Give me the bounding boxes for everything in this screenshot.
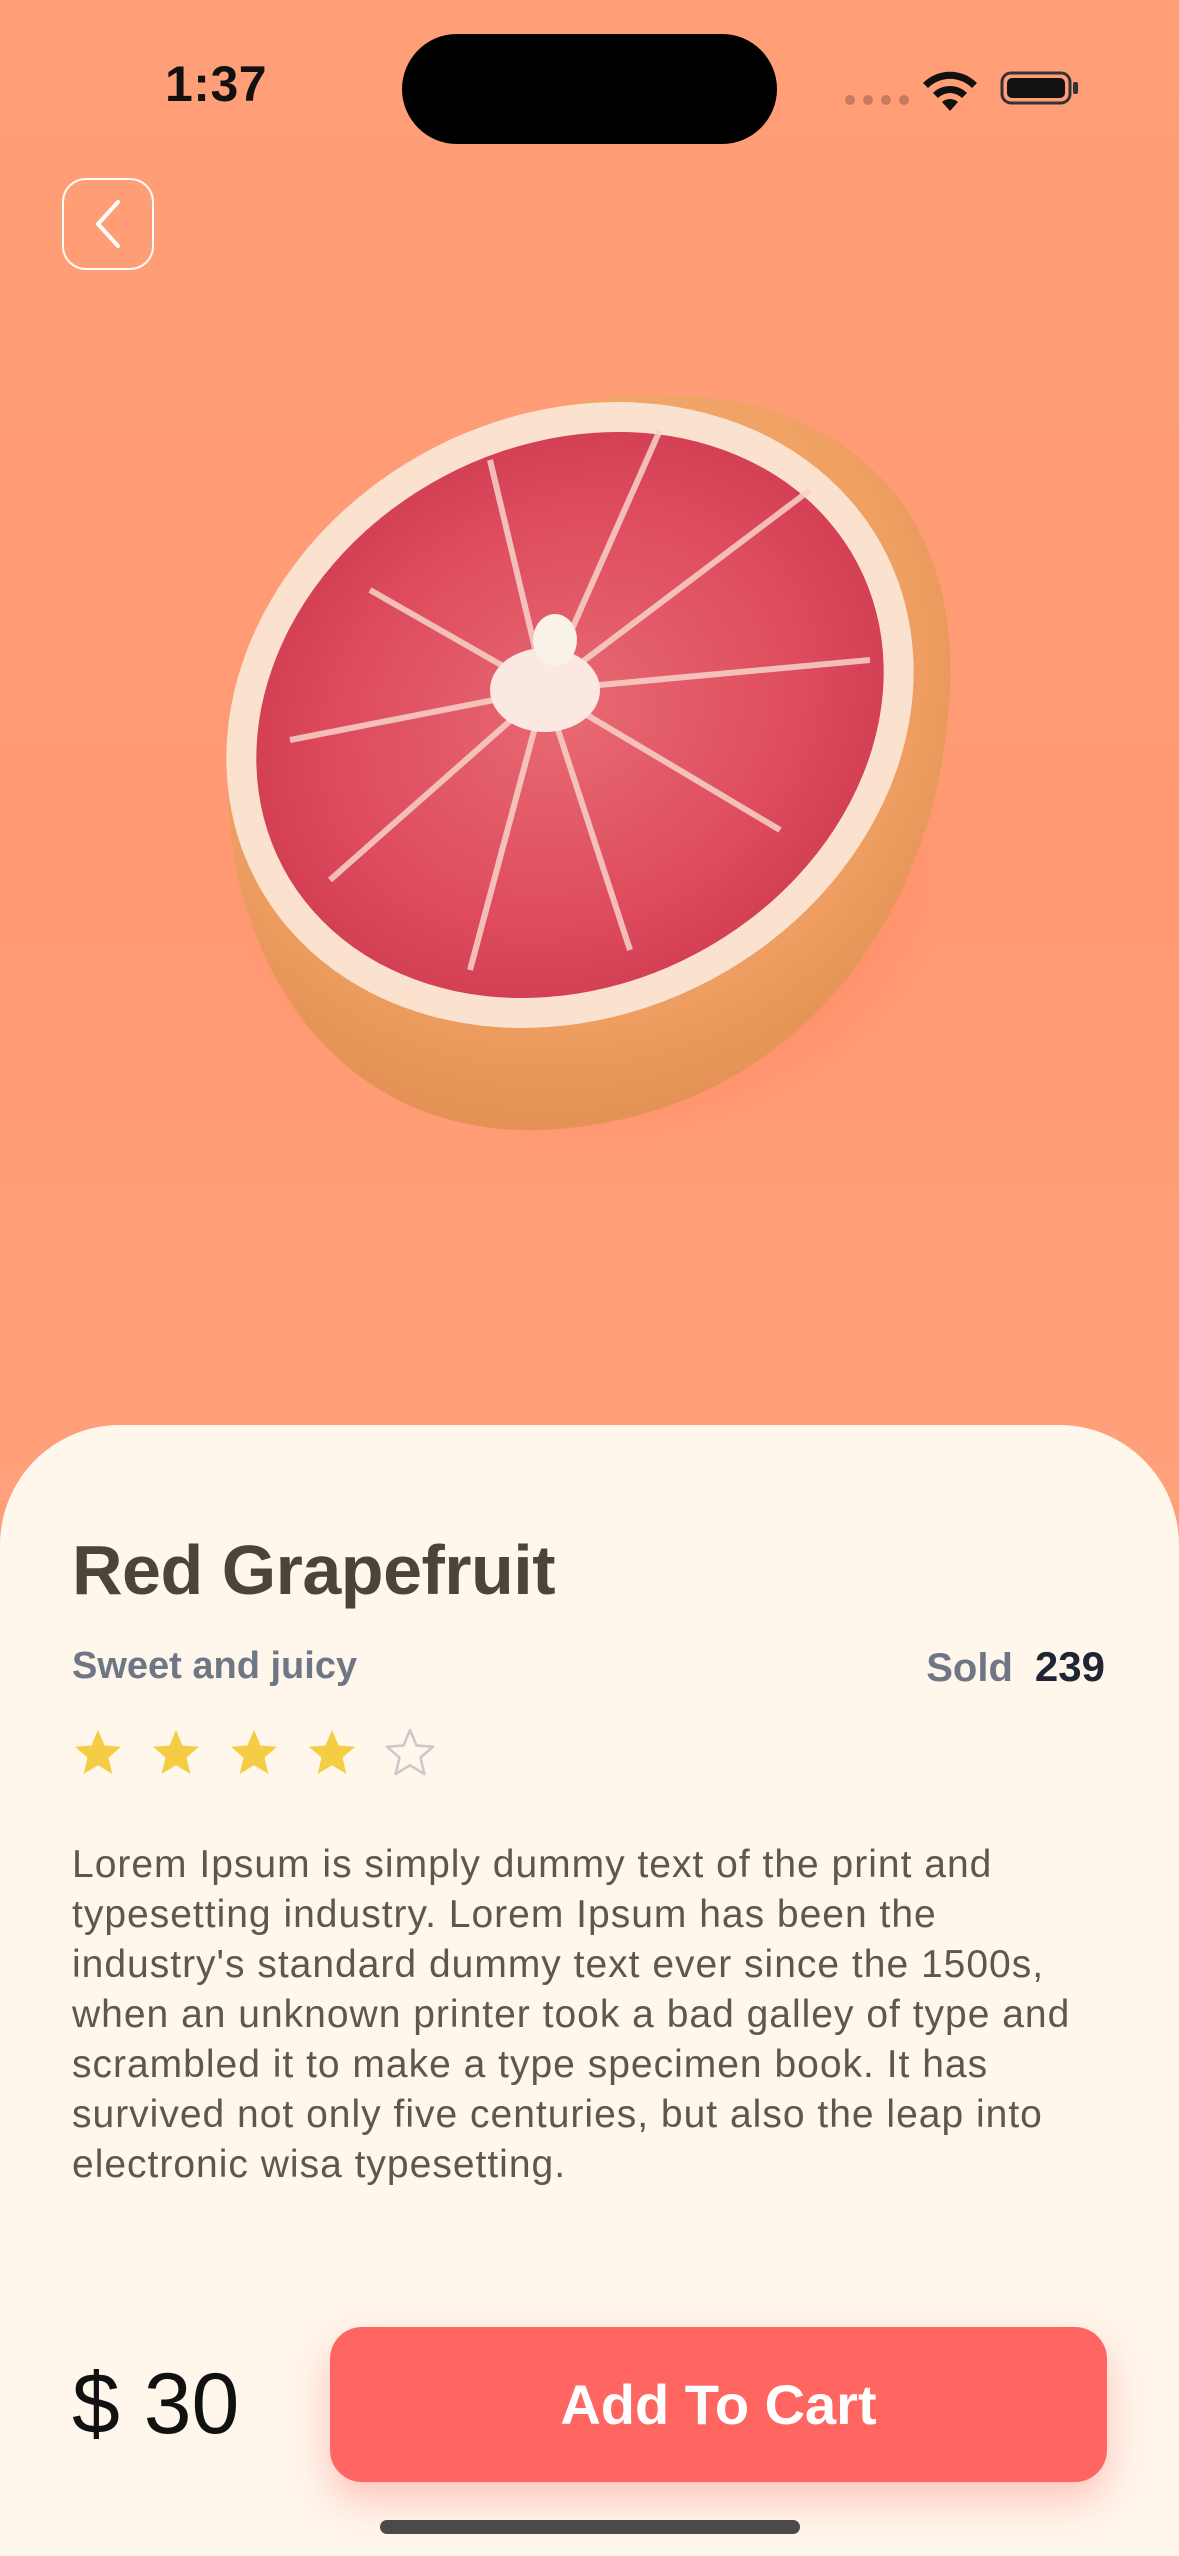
product-price: $ 30	[72, 2356, 240, 2452]
star-empty-icon	[385, 1728, 435, 1776]
product-description: Lorem Ipsum is simply dummy text of the …	[72, 1843, 1071, 2186]
star-filled-icon	[75, 1730, 121, 1774]
sold-label: Sold	[926, 1646, 1013, 1690]
status-time: 1:37	[165, 56, 268, 112]
add-to-cart-label: Add To Cart	[560, 2373, 877, 2436]
grapefruit-half-image	[226, 395, 951, 1131]
star-filled-icon	[231, 1730, 277, 1774]
sold-info: Sold 239	[926, 1643, 1105, 1691]
star-rating	[72, 1727, 436, 1779]
product-title: Red Grapefruit	[72, 1531, 556, 1609]
wifi-icon	[923, 71, 977, 111]
chevron-left-icon	[96, 200, 120, 248]
product-subtitle: Sweet and juicy	[72, 1645, 358, 1687]
home-indicator[interactable]	[380, 2520, 800, 2534]
sold-count: 239	[1034, 1643, 1105, 1690]
star-filled-icon	[153, 1730, 199, 1774]
back-button[interactable]	[62, 178, 154, 270]
cellular-signal-icon	[845, 95, 909, 105]
dynamic-island	[402, 34, 777, 144]
battery-icon	[1000, 71, 1078, 105]
add-to-cart-button[interactable]: Add To Cart	[330, 2327, 1107, 2482]
star-filled-icon	[309, 1730, 355, 1774]
